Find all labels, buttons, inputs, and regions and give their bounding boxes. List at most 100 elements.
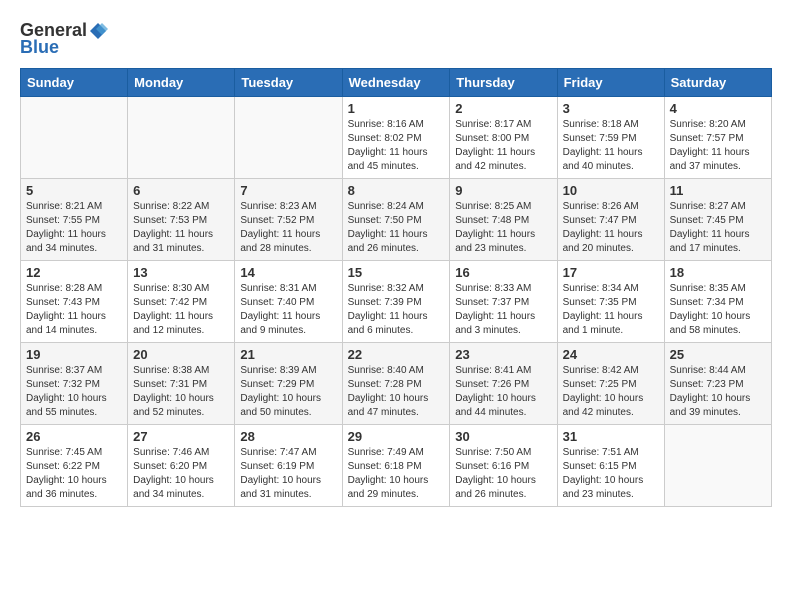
calendar-cell: 24Sunrise: 8:42 AM Sunset: 7:25 PM Dayli… [557, 343, 664, 425]
calendar-cell: 14 Sunrise: 8:31 AM Sunset: 7:40 PM Dayli… [235, 261, 342, 343]
calendar-cell: 10 Sunrise: 8:26 AM Sunset: 7:47 PM Dayli… [557, 179, 664, 261]
day-info: Sunrise: 8:16 AM Sunset: 8:02 PM Dayligh… [348, 118, 445, 174]
day-number: 6 [133, 183, 229, 198]
day-number: 21 [240, 347, 336, 362]
day-info: Sunrise: 8:28 AM Sunset: 7:43 PM Dayligh… [26, 282, 122, 338]
day-info: Sunrise: 7:50 AM Sunset: 6:16 PM Dayligh… [455, 446, 551, 502]
calendar-cell: 31 Sunrise: 7:51 AM Sunset: 6:15 PM Dayli… [557, 425, 664, 507]
day-info: Sunrise: 8:17 AM Sunset: 8:00 PM Dayligh… [455, 118, 551, 174]
day-number: 23 [455, 347, 551, 362]
day-of-week-header: Saturday [664, 69, 771, 97]
calendar-week-row: 19 Sunrise: 8:37 AM Sunset: 7:32 PM Dayli… [21, 343, 772, 425]
day-info: Sunrise: 8:26 AM Sunset: 7:47 PM Dayligh… [563, 200, 659, 256]
day-number: 9 [455, 183, 551, 198]
calendar-cell: 30 Sunrise: 7:50 AM Sunset: 6:16 PM Dayli… [450, 425, 557, 507]
day-info: Sunrise: 7:46 AM Sunset: 6:20 PM Dayligh… [133, 446, 229, 502]
calendar-cell [21, 97, 128, 179]
day-number: 5 [26, 183, 122, 198]
day-info: Sunrise: 8:35 AM Sunset: 7:34 PM Dayligh… [670, 282, 766, 338]
logo-icon [88, 21, 108, 41]
calendar-cell: 13Sunrise: 8:30 AM Sunset: 7:42 PM Dayli… [128, 261, 235, 343]
calendar-header-row: SundayMondayTuesdayWednesdayThursdayFrid… [21, 69, 772, 97]
calendar-cell: 3Sunrise: 8:18 AM Sunset: 7:59 PM Daylig… [557, 97, 664, 179]
logo: General Blue [20, 20, 109, 58]
day-number: 31 [563, 429, 659, 444]
calendar-cell: 25Sunrise: 8:44 AM Sunset: 7:23 PM Dayli… [664, 343, 771, 425]
day-number: 28 [240, 429, 336, 444]
calendar-week-row: 12 Sunrise: 8:28 AM Sunset: 7:43 PM Dayli… [21, 261, 772, 343]
day-of-week-header: Thursday [450, 69, 557, 97]
day-info: Sunrise: 7:45 AM Sunset: 6:22 PM Dayligh… [26, 446, 122, 502]
day-number: 30 [455, 429, 551, 444]
page-header: General Blue [20, 20, 772, 58]
calendar-cell: 22 Sunrise: 8:40 AM Sunset: 7:28 PM Dayli… [342, 343, 450, 425]
day-info: Sunrise: 8:38 AM Sunset: 7:31 PM Dayligh… [133, 364, 229, 420]
calendar-cell [235, 97, 342, 179]
day-info: Sunrise: 8:27 AM Sunset: 7:45 PM Dayligh… [670, 200, 766, 256]
calendar-cell: 11Sunrise: 8:27 AM Sunset: 7:45 PM Dayli… [664, 179, 771, 261]
day-number: 16 [455, 265, 551, 280]
day-number: 18 [670, 265, 766, 280]
day-info: Sunrise: 8:44 AM Sunset: 7:23 PM Dayligh… [670, 364, 766, 420]
calendar-cell: 12 Sunrise: 8:28 AM Sunset: 7:43 PM Dayli… [21, 261, 128, 343]
day-number: 2 [455, 101, 551, 116]
calendar-cell: 4Sunrise: 8:20 AM Sunset: 7:57 PM Daylig… [664, 97, 771, 179]
day-number: 7 [240, 183, 336, 198]
day-of-week-header: Tuesday [235, 69, 342, 97]
calendar-week-row: 5 Sunrise: 8:21 AM Sunset: 7:55 PM Daylig… [21, 179, 772, 261]
day-info: Sunrise: 8:37 AM Sunset: 7:32 PM Dayligh… [26, 364, 122, 420]
day-info: Sunrise: 7:51 AM Sunset: 6:15 PM Dayligh… [563, 446, 659, 502]
day-number: 19 [26, 347, 122, 362]
calendar-cell: 5 Sunrise: 8:21 AM Sunset: 7:55 PM Daylig… [21, 179, 128, 261]
calendar-cell: 15 Sunrise: 8:32 AM Sunset: 7:39 PM Dayli… [342, 261, 450, 343]
day-info: Sunrise: 8:42 AM Sunset: 7:25 PM Dayligh… [563, 364, 659, 420]
calendar-cell: 7 Sunrise: 8:23 AM Sunset: 7:52 PM Daylig… [235, 179, 342, 261]
day-info: Sunrise: 8:18 AM Sunset: 7:59 PM Dayligh… [563, 118, 659, 174]
day-info: Sunrise: 7:47 AM Sunset: 6:19 PM Dayligh… [240, 446, 336, 502]
day-info: Sunrise: 8:21 AM Sunset: 7:55 PM Dayligh… [26, 200, 122, 256]
day-info: Sunrise: 8:30 AM Sunset: 7:42 PM Dayligh… [133, 282, 229, 338]
day-number: 15 [348, 265, 445, 280]
day-number: 27 [133, 429, 229, 444]
day-info: Sunrise: 8:31 AM Sunset: 7:40 PM Dayligh… [240, 282, 336, 338]
calendar-cell: 18 Sunrise: 8:35 AM Sunset: 7:34 PM Dayli… [664, 261, 771, 343]
day-number: 26 [26, 429, 122, 444]
day-number: 1 [348, 101, 445, 116]
calendar-cell: 16 Sunrise: 8:33 AM Sunset: 7:37 PM Dayli… [450, 261, 557, 343]
calendar-cell: 8Sunrise: 8:24 AM Sunset: 7:50 PM Daylig… [342, 179, 450, 261]
day-info: Sunrise: 8:41 AM Sunset: 7:26 PM Dayligh… [455, 364, 551, 420]
calendar-cell: 2 Sunrise: 8:17 AM Sunset: 8:00 PM Daylig… [450, 97, 557, 179]
calendar-cell: 27 Sunrise: 7:46 AM Sunset: 6:20 PM Dayli… [128, 425, 235, 507]
calendar-cell [128, 97, 235, 179]
calendar-week-row: 1 Sunrise: 8:16 AM Sunset: 8:02 PM Daylig… [21, 97, 772, 179]
calendar-cell: 17Sunrise: 8:34 AM Sunset: 7:35 PM Dayli… [557, 261, 664, 343]
day-number: 22 [348, 347, 445, 362]
day-info: Sunrise: 8:23 AM Sunset: 7:52 PM Dayligh… [240, 200, 336, 256]
day-of-week-header: Monday [128, 69, 235, 97]
day-info: Sunrise: 7:49 AM Sunset: 6:18 PM Dayligh… [348, 446, 445, 502]
calendar-cell: 9Sunrise: 8:25 AM Sunset: 7:48 PM Daylig… [450, 179, 557, 261]
day-of-week-header: Friday [557, 69, 664, 97]
day-number: 12 [26, 265, 122, 280]
day-info: Sunrise: 8:34 AM Sunset: 7:35 PM Dayligh… [563, 282, 659, 338]
calendar-cell: 20Sunrise: 8:38 AM Sunset: 7:31 PM Dayli… [128, 343, 235, 425]
day-of-week-header: Wednesday [342, 69, 450, 97]
calendar-table: SundayMondayTuesdayWednesdayThursdayFrid… [20, 68, 772, 507]
day-number: 14 [240, 265, 336, 280]
day-info: Sunrise: 8:33 AM Sunset: 7:37 PM Dayligh… [455, 282, 551, 338]
calendar-cell: 29Sunrise: 7:49 AM Sunset: 6:18 PM Dayli… [342, 425, 450, 507]
day-of-week-header: Sunday [21, 69, 128, 97]
day-info: Sunrise: 8:40 AM Sunset: 7:28 PM Dayligh… [348, 364, 445, 420]
day-info: Sunrise: 8:20 AM Sunset: 7:57 PM Dayligh… [670, 118, 766, 174]
calendar-cell: 28 Sunrise: 7:47 AM Sunset: 6:19 PM Dayli… [235, 425, 342, 507]
calendar-cell [664, 425, 771, 507]
calendar-week-row: 26 Sunrise: 7:45 AM Sunset: 6:22 PM Dayli… [21, 425, 772, 507]
day-number: 10 [563, 183, 659, 198]
calendar-cell: 26 Sunrise: 7:45 AM Sunset: 6:22 PM Dayli… [21, 425, 128, 507]
day-info: Sunrise: 8:32 AM Sunset: 7:39 PM Dayligh… [348, 282, 445, 338]
calendar-cell: 6Sunrise: 8:22 AM Sunset: 7:53 PM Daylig… [128, 179, 235, 261]
calendar-cell: 19 Sunrise: 8:37 AM Sunset: 7:32 PM Dayli… [21, 343, 128, 425]
calendar-cell: 23 Sunrise: 8:41 AM Sunset: 7:26 PM Dayli… [450, 343, 557, 425]
day-info: Sunrise: 8:39 AM Sunset: 7:29 PM Dayligh… [240, 364, 336, 420]
calendar-cell: 1 Sunrise: 8:16 AM Sunset: 8:02 PM Daylig… [342, 97, 450, 179]
